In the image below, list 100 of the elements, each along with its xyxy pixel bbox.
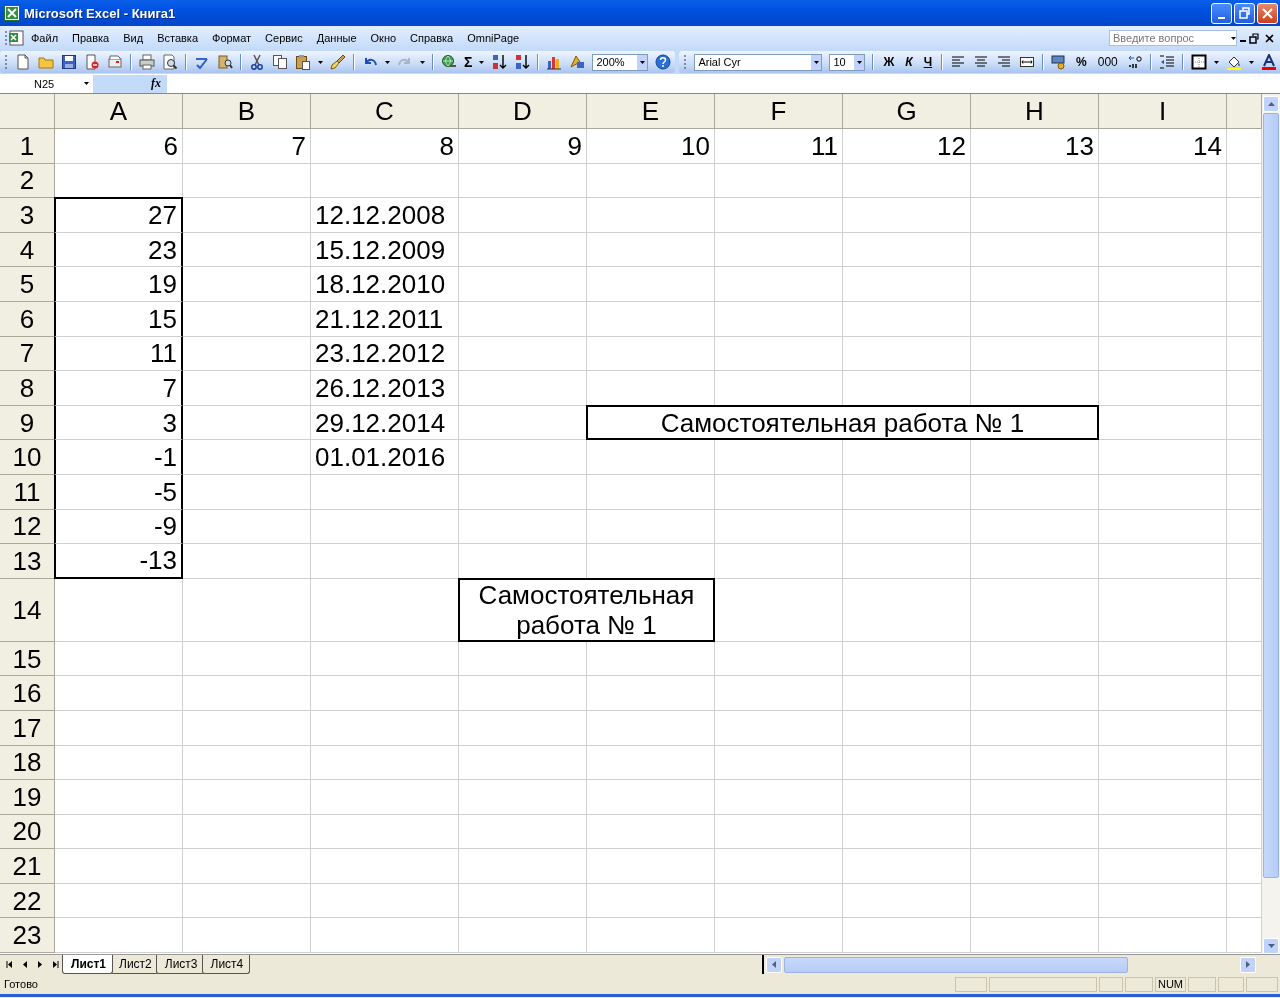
table-cell[interactable]: 13 bbox=[971, 129, 1099, 164]
table-cell[interactable] bbox=[183, 544, 311, 579]
currency-icon[interactable] bbox=[1051, 54, 1068, 70]
row-header[interactable]: 5 bbox=[0, 267, 55, 302]
column-header[interactable]: E bbox=[587, 94, 715, 129]
row-header[interactable]: 12 bbox=[0, 509, 55, 545]
save-icon[interactable] bbox=[61, 54, 77, 70]
table-cell[interactable]: 15 bbox=[54, 301, 183, 337]
sort-ascending-icon[interactable] bbox=[491, 54, 508, 70]
table-cell[interactable] bbox=[971, 918, 1099, 954]
table-cell[interactable] bbox=[311, 509, 459, 545]
first-sheet-icon[interactable] bbox=[6, 961, 13, 968]
table-cell[interactable] bbox=[183, 440, 311, 475]
table-cell[interactable] bbox=[183, 371, 311, 406]
table-cell[interactable] bbox=[459, 371, 587, 406]
table-cell[interactable]: 10 bbox=[587, 129, 715, 164]
table-cell[interactable] bbox=[971, 301, 1099, 337]
row-header[interactable]: 21 bbox=[0, 849, 55, 884]
table-cell[interactable] bbox=[843, 232, 971, 268]
table-cell[interactable] bbox=[311, 710, 459, 746]
row-header[interactable]: 4 bbox=[0, 232, 55, 268]
table-cell[interactable] bbox=[183, 780, 311, 815]
table-cell[interactable] bbox=[715, 301, 843, 337]
table-cell[interactable] bbox=[587, 676, 715, 711]
autosum-button[interactable]: Σ bbox=[464, 54, 473, 70]
table-cell[interactable] bbox=[971, 849, 1099, 884]
table-cell[interactable]: 14 bbox=[1099, 129, 1227, 164]
table-cell[interactable] bbox=[459, 918, 587, 954]
table-cell[interactable] bbox=[1099, 232, 1227, 268]
table-cell[interactable]: 11 bbox=[54, 336, 183, 372]
caret-icon[interactable] bbox=[420, 60, 425, 64]
new-document-icon[interactable] bbox=[15, 54, 31, 70]
table-cell[interactable]: 12.12.2008 bbox=[311, 198, 459, 233]
table-cell[interactable] bbox=[587, 336, 715, 372]
table-cell[interactable] bbox=[843, 849, 971, 884]
select-all-button[interactable] bbox=[0, 94, 55, 129]
menu-item[interactable]: Файл bbox=[24, 30, 66, 46]
table-cell[interactable]: 12 bbox=[843, 129, 971, 164]
table-cell[interactable] bbox=[587, 440, 715, 475]
table-cell[interactable] bbox=[459, 780, 587, 815]
table-cell[interactable] bbox=[715, 163, 843, 199]
table-cell[interactable] bbox=[843, 780, 971, 815]
row-header[interactable]: 18 bbox=[0, 745, 55, 781]
table-cell[interactable]: 26.12.2013 bbox=[311, 371, 459, 406]
table-cell[interactable] bbox=[311, 780, 459, 815]
column-header[interactable]: A bbox=[55, 94, 183, 129]
table-cell[interactable] bbox=[311, 641, 459, 677]
table-cell[interactable] bbox=[715, 474, 843, 510]
table-cell[interactable] bbox=[183, 474, 311, 510]
table-cell[interactable]: 21.12.2011 bbox=[311, 301, 459, 337]
table-cell[interactable] bbox=[843, 641, 971, 677]
table-cell[interactable] bbox=[1099, 745, 1227, 781]
align-left-icon[interactable] bbox=[950, 54, 967, 70]
table-cell[interactable] bbox=[311, 474, 459, 510]
scroll-up-button[interactable] bbox=[1263, 96, 1279, 112]
menu-item[interactable]: Данные bbox=[309, 30, 364, 46]
table-cell[interactable] bbox=[459, 676, 587, 711]
table-cell[interactable] bbox=[1099, 267, 1227, 302]
row-header[interactable]: 9 bbox=[0, 405, 55, 441]
table-cell[interactable] bbox=[183, 198, 311, 233]
table-cell[interactable] bbox=[1099, 405, 1227, 441]
row-header[interactable]: 13 bbox=[0, 544, 55, 579]
table-cell[interactable] bbox=[459, 883, 587, 919]
table-cell[interactable] bbox=[715, 336, 843, 372]
italic-button[interactable]: К bbox=[903, 55, 915, 69]
row-header[interactable]: 8 bbox=[0, 371, 55, 406]
table-cell[interactable] bbox=[843, 336, 971, 372]
table-cell[interactable] bbox=[183, 578, 311, 642]
restore-icon[interactable] bbox=[1249, 32, 1259, 44]
table-cell[interactable]: 27 bbox=[54, 197, 183, 233]
table-cell[interactable]: 23.12.2012 bbox=[311, 336, 459, 372]
table-cell[interactable] bbox=[971, 780, 1099, 815]
table-cell[interactable] bbox=[843, 544, 971, 579]
caret-icon[interactable] bbox=[639, 60, 645, 64]
row-header[interactable]: 19 bbox=[0, 780, 55, 815]
bar-chart-icon[interactable] bbox=[546, 54, 563, 70]
table-cell[interactable] bbox=[1099, 509, 1227, 545]
table-cell[interactable] bbox=[183, 814, 311, 850]
table-cell[interactable] bbox=[459, 745, 587, 781]
table-cell[interactable] bbox=[843, 578, 971, 642]
align-right-icon[interactable] bbox=[996, 54, 1013, 70]
table-cell[interactable] bbox=[715, 641, 843, 677]
table-cell[interactable] bbox=[183, 849, 311, 884]
table-cell[interactable] bbox=[971, 676, 1099, 711]
table-cell[interactable] bbox=[1099, 440, 1227, 475]
table-cell[interactable]: 01.01.2016 bbox=[311, 440, 459, 475]
table-cell[interactable] bbox=[1099, 474, 1227, 510]
table-cell[interactable] bbox=[715, 849, 843, 884]
table-cell[interactable] bbox=[1099, 198, 1227, 233]
menu-item[interactable]: Формат bbox=[205, 30, 259, 46]
scrollbar-thumb[interactable] bbox=[784, 956, 1128, 973]
table-cell[interactable]: 8 bbox=[311, 129, 459, 164]
table-cell[interactable] bbox=[311, 544, 459, 579]
table-cell[interactable]: -1 bbox=[54, 440, 183, 475]
menu-item[interactable]: Справка bbox=[403, 30, 461, 46]
percent-button[interactable]: % bbox=[1074, 55, 1089, 69]
table-cell[interactable] bbox=[587, 918, 715, 954]
align-center-icon[interactable] bbox=[973, 54, 990, 70]
table-cell[interactable] bbox=[459, 163, 587, 199]
sheet-tab[interactable]: Лист1 bbox=[62, 955, 114, 974]
